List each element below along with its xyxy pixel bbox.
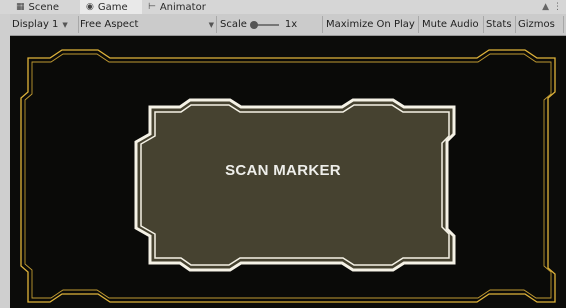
scan-marker-label: SCAN MARKER	[225, 162, 341, 179]
scan-marker-panel	[134, 98, 456, 272]
hud-frame-graphics	[20, 49, 556, 303]
